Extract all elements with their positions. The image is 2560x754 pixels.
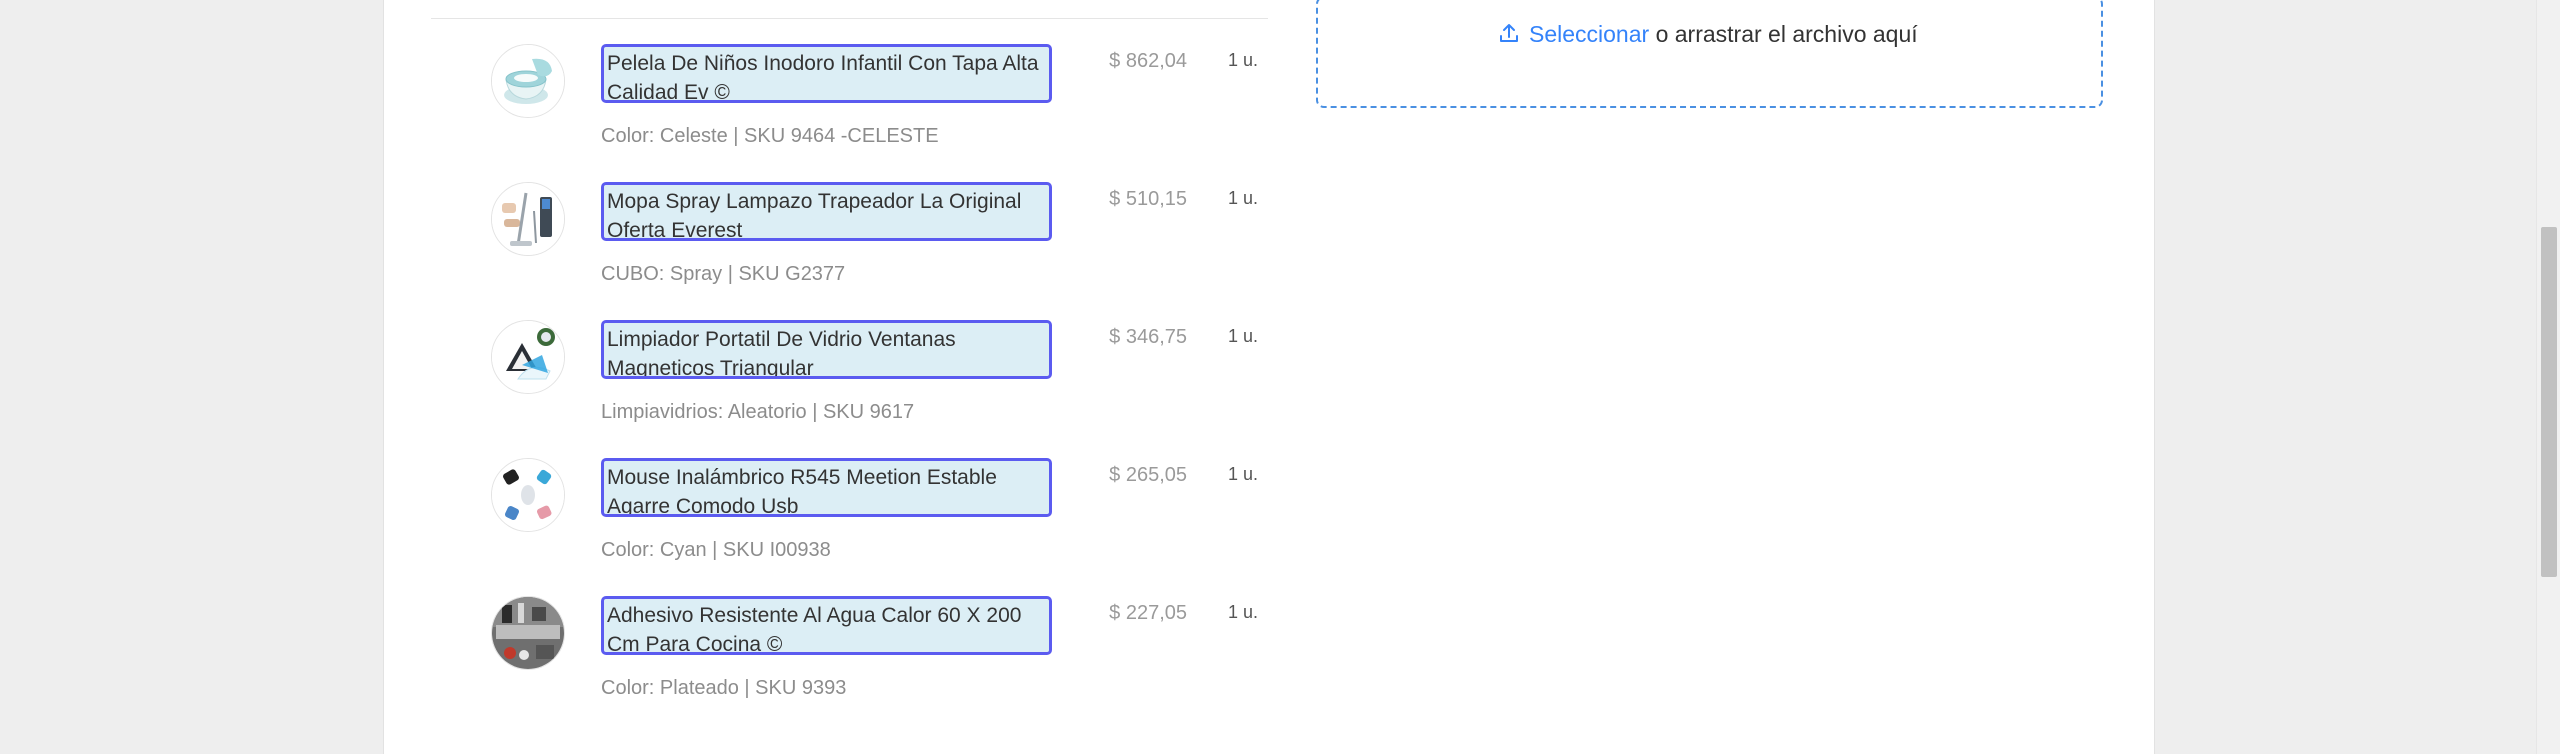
product-quantity: 1 u. — [1228, 326, 1259, 346]
product-quantity: 1 u. — [1228, 602, 1259, 622]
list-item: Mouse Inalámbrico R545 Meetion Estable A… — [0, 458, 1268, 596]
product-meta: Color: Plateado | SKU 9393 — [601, 677, 847, 699]
product-meta: Color: Cyan | SKU I00938 — [601, 539, 831, 561]
product-price: $ 862,04 — [1109, 50, 1187, 72]
file-dropzone[interactable] — [1316, 0, 2103, 108]
divider — [431, 18, 1268, 19]
scrollbar[interactable] — [2536, 0, 2560, 754]
list-item: Pelela De Niños Inodoro Infantil Con Tap… — [0, 44, 1268, 182]
mouse-image — [491, 458, 565, 532]
product-title[interactable]: Pelela De Niños Inodoro Infantil Con Tap… — [601, 44, 1052, 103]
list-item: Mopa Spray Lampazo Trapeador La Original… — [0, 182, 1268, 320]
product-price: $ 227,05 — [1109, 602, 1187, 624]
product-quantity: 1 u. — [1228, 50, 1259, 70]
scrollbar-thumb[interactable] — [2541, 227, 2557, 577]
product-price: $ 510,15 — [1109, 188, 1187, 210]
product-quantity: 1 u. — [1228, 464, 1259, 484]
product-meta: Limpiavidrios: Aleatorio | SKU 9617 — [601, 401, 915, 423]
kitchen-sticker-image — [491, 596, 565, 670]
list-item: Adhesivo Resistente Al Agua Calor 60 X 2… — [0, 596, 1268, 734]
product-quantity: 1 u. — [1228, 188, 1259, 208]
select-file-link[interactable]: Seleccionar — [1529, 21, 1649, 47]
potty-image — [491, 44, 565, 118]
product-price: $ 346,75 — [1109, 326, 1187, 348]
product-title[interactable]: Mouse Inalámbrico R545 Meetion Estable A… — [601, 458, 1052, 517]
window-cleaner-image — [491, 320, 565, 394]
product-title[interactable]: Mopa Spray Lampazo Trapeador La Original… — [601, 182, 1052, 241]
upload-icon[interactable] — [1497, 21, 1521, 45]
product-title[interactable]: Limpiador Portatil De Vidrio Ventanas Ma… — [601, 320, 1052, 379]
product-meta: Color: Celeste | SKU 9464 -CELESTE — [601, 125, 939, 147]
list-item: Limpiador Portatil De Vidrio Ventanas Ma… — [0, 320, 1268, 458]
product-title[interactable]: Adhesivo Resistente Al Agua Calor 60 X 2… — [601, 596, 1052, 655]
mop-image — [491, 182, 565, 256]
dropzone-instructions: Seleccionar o arrastrar el archivo aquí — [1497, 20, 1918, 48]
product-meta: CUBO: Spray | SKU G2377 — [601, 263, 846, 285]
dropzone-text: o arrastrar el archivo aquí — [1655, 21, 1918, 47]
product-price: $ 265,05 — [1109, 464, 1187, 486]
